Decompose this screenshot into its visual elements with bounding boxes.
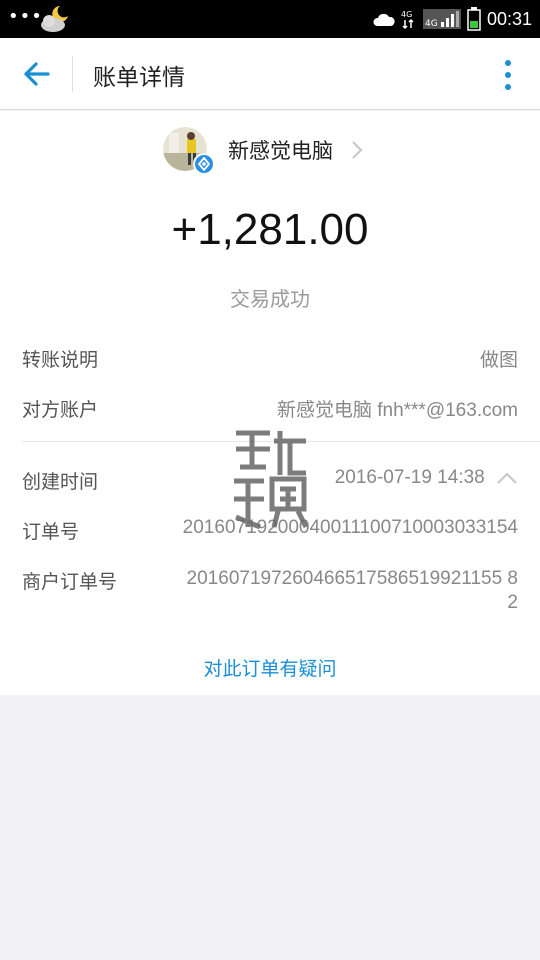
signal-bars-icon: 4G — [422, 9, 461, 29]
back-button[interactable] — [16, 54, 56, 94]
detail-value: 2016-07-19 14:38 — [334, 467, 485, 488]
signal-4g-icon: 4G — [401, 10, 414, 30]
page-title: 账单详情 — [93, 65, 185, 91]
detail-value: 新感觉电脑 fnh***@163.com — [276, 400, 518, 421]
clock: 00:31 — [486, 8, 532, 29]
chevron-up-icon[interactable] — [496, 471, 518, 485]
bill-detail-card: 新感觉电脑 +1,281.00 交易成功 转账说明 做图 对方账户 新感觉电脑 … — [0, 111, 540, 695]
weather-icon — [41, 6, 68, 32]
detail-value: 201607197260466517586519921155 8 2 — [187, 567, 518, 615]
battery-icon — [467, 7, 481, 31]
svg-text:4G: 4G — [401, 10, 412, 19]
detail-label: 创建时间 — [22, 471, 99, 493]
detail-value-line: 201607197260466517586519921155 8 — [186, 568, 518, 589]
status-bar: ••• 4G 4G 00:31 — [0, 0, 540, 38]
merchant-link[interactable]: 新感觉电脑 — [163, 127, 365, 175]
transaction-status: 交易成功 — [230, 287, 310, 311]
detail-label: 订单号 — [22, 521, 80, 543]
more-vertical-icon[interactable] — [498, 56, 518, 94]
detail-value-line: 2 — [507, 592, 518, 613]
arrow-left-icon — [24, 62, 50, 86]
app-bar: 账单详情 — [0, 38, 540, 110]
detail-label: 商户订单号 — [22, 571, 118, 593]
avatar — [163, 127, 215, 175]
svg-text:4G: 4G — [425, 19, 438, 29]
detail-value: 做图 — [479, 350, 518, 371]
order-question-link[interactable]: 对此订单有疑问 — [0, 654, 540, 681]
appbar-divider — [72, 56, 73, 92]
detail-label: 对方账户 — [22, 399, 99, 421]
chevron-right-icon — [352, 141, 363, 159]
merchant-name: 新感觉电脑 — [228, 139, 333, 163]
cloud-upload-icon — [373, 13, 395, 26]
watermark-stamp-icon — [234, 430, 309, 530]
verified-badge-icon — [193, 153, 215, 175]
transaction-amount: +1,281.00 — [171, 205, 369, 254]
detail-value-wrap: 2016-07-19 14:38 — [335, 467, 518, 489]
detail-label: 转账说明 — [22, 349, 99, 371]
